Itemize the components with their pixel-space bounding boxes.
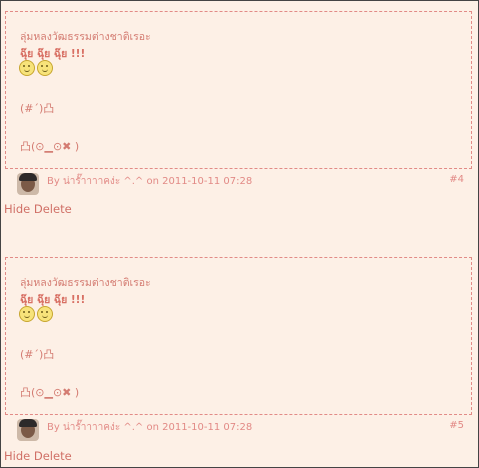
- smiley-icon: [19, 60, 35, 76]
- hide-link[interactable]: Hide: [4, 202, 30, 216]
- post-number[interactable]: #4: [449, 174, 464, 185]
- comment-byline: By น่ารั๊าาาาคง่ะ ^.^ on 2011-10-11 07:2…: [47, 422, 253, 433]
- smiley-icon: [19, 306, 35, 322]
- post-number[interactable]: #5: [449, 420, 464, 431]
- emoticon-text: 凸(⊙▁⊙✖ ): [20, 140, 80, 153]
- comment-box: ลุ่มหลงวัฒธรรมต่างชาติเรอะ ฉุ๊ย ฉุ๊ย ฉุ๊…: [5, 11, 472, 169]
- smiley-group: [19, 60, 55, 78]
- comment-box: ลุ่มหลงวัฒธรรมต่างชาติเรอะ ฉุ๊ย ฉุ๊ย ฉุ๊…: [5, 257, 472, 415]
- smiley-icon: [37, 306, 53, 322]
- avatar[interactable]: [17, 419, 39, 441]
- smiley-icon: [37, 60, 53, 76]
- hide-link[interactable]: Hide: [4, 449, 30, 463]
- comment-subject: ลุ่มหลงวัฒธรรมต่างชาติเรอะ: [20, 31, 151, 43]
- avatar[interactable]: [17, 173, 39, 195]
- emoticon-text: 凸(⊙▁⊙✖ ): [20, 386, 80, 399]
- smiley-group: [19, 306, 55, 324]
- delete-link[interactable]: Delete: [34, 449, 72, 463]
- comment-actions: Hide Delete: [4, 449, 72, 463]
- emoticon-text: (#´)凸: [20, 102, 55, 115]
- delete-link[interactable]: Delete: [34, 202, 72, 216]
- avatar-hair: [19, 419, 37, 427]
- comment-meta: By น่ารั๊าาาาคง่ะ ^.^ on 2011-10-11 07:2…: [1, 171, 479, 195]
- comment-subject: ลุ่มหลงวัฒธรรมต่างชาติเรอะ: [20, 277, 151, 289]
- emoticon-text: (#´)凸: [20, 348, 55, 361]
- comment-meta: By น่ารั๊าาาาคง่ะ ^.^ on 2011-10-11 07:2…: [1, 417, 479, 441]
- comment-actions: Hide Delete: [4, 202, 72, 216]
- comment-byline: By น่ารั๊าาาาคง่ะ ^.^ on 2011-10-11 07:2…: [47, 176, 253, 187]
- avatar-hair: [19, 173, 37, 181]
- comment-frame: ลุ่มหลงวัฒธรรมต่างชาติเรอะ ฉุ๊ย ฉุ๊ย ฉุ๊…: [0, 0, 479, 468]
